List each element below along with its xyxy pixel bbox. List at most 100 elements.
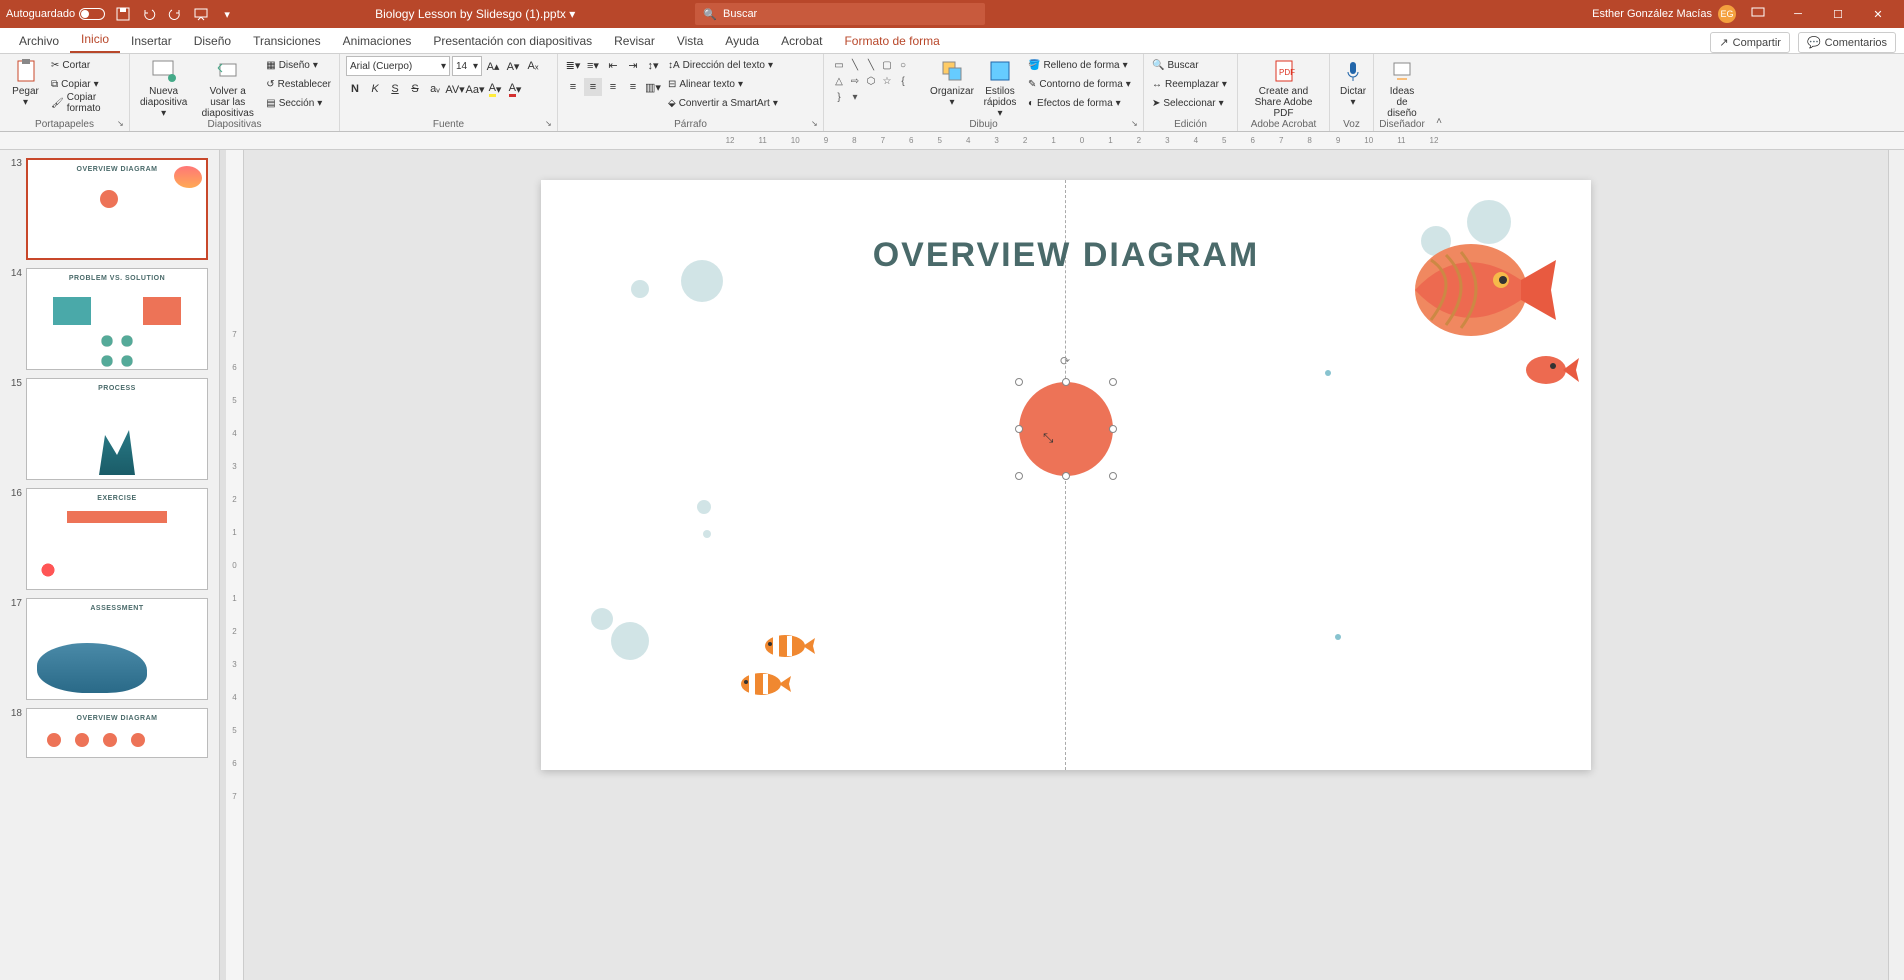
design-ideas-button[interactable]: Ideas de diseño xyxy=(1380,56,1424,121)
underline-button[interactable]: S xyxy=(386,80,404,98)
resize-handle[interactable] xyxy=(1109,425,1117,433)
shape-arrow-icon[interactable]: ⇨ xyxy=(848,74,862,88)
resize-handle[interactable] xyxy=(1062,378,1070,386)
replace-button[interactable]: ↔Reemplazar▾ xyxy=(1150,75,1229,93)
resize-handle[interactable] xyxy=(1109,378,1117,386)
maximize-button[interactable]: ☐ xyxy=(1818,0,1858,28)
spacing-button[interactable]: AV▾ xyxy=(446,80,464,98)
qat-dropdown-icon[interactable]: ▾ xyxy=(219,6,235,22)
slideshow-icon[interactable] xyxy=(193,6,209,22)
dictate-button[interactable]: Dictar▾ xyxy=(1336,56,1370,110)
dialog-launcher-icon[interactable]: ↘ xyxy=(117,119,127,129)
ribbon-display-icon[interactable] xyxy=(1750,6,1766,22)
decrease-font-icon[interactable]: A▾ xyxy=(504,57,522,75)
smartart-button[interactable]: ⬙Convertir a SmartArt▾ xyxy=(666,94,780,112)
comments-button[interactable]: 💬Comentarios xyxy=(1798,32,1896,53)
quick-styles-button[interactable]: Estilos rápidos▾ xyxy=(978,56,1022,121)
search-box[interactable]: 🔍 xyxy=(695,3,985,25)
slide-thumb-13[interactable]: 13 OVERVIEW DIAGRAM xyxy=(0,154,219,264)
shape-brace2-icon[interactable]: } xyxy=(832,90,846,104)
slide-panel[interactable]: 13 OVERVIEW DIAGRAM 14 PROBLEM VS. SOLUT… xyxy=(0,150,220,980)
align-text-button[interactable]: ⊟Alinear texto▾ xyxy=(666,75,780,93)
justify-button[interactable]: ≡ xyxy=(624,78,642,96)
slide-editor[interactable]: OVERVIEW DIAGRAM xyxy=(244,150,1888,980)
dialog-launcher-icon[interactable]: ↘ xyxy=(811,119,821,129)
font-size-combo[interactable]: 14▾ xyxy=(452,56,482,76)
selected-shape-oval[interactable]: ⟳ ⤡ xyxy=(1019,382,1113,476)
slide-thumb-17[interactable]: 17 ASSESSMENT xyxy=(0,594,219,704)
case-button[interactable]: Aa▾ xyxy=(466,80,484,98)
italic-button[interactable]: K xyxy=(366,80,384,98)
tab-transiciones[interactable]: Transiciones xyxy=(242,29,332,53)
slide-thumb-14[interactable]: 14 PROBLEM VS. SOLUTION xyxy=(0,264,219,374)
numbering-button[interactable]: ≡▾ xyxy=(584,56,602,74)
slide-thumb-15[interactable]: 15 PROCESS xyxy=(0,374,219,484)
align-left-button[interactable]: ≡ xyxy=(564,78,582,96)
tab-revisar[interactable]: Revisar xyxy=(603,29,666,53)
shape-oval-icon[interactable]: ○ xyxy=(896,58,910,72)
resize-handle[interactable] xyxy=(1015,378,1023,386)
dialog-launcher-icon[interactable]: ↘ xyxy=(545,119,555,129)
undo-icon[interactable] xyxy=(141,6,157,22)
shape-line-icon[interactable]: ╲ xyxy=(848,58,862,72)
layout-button[interactable]: ▦Diseño▾ xyxy=(264,56,333,74)
title-dropdown-icon[interactable]: ▾ xyxy=(569,7,575,21)
tab-presentacion[interactable]: Presentación con diapositivas xyxy=(422,29,603,53)
align-center-button[interactable]: ≡ xyxy=(584,78,602,96)
tab-vista[interactable]: Vista xyxy=(666,29,714,53)
resize-handle[interactable] xyxy=(1015,425,1023,433)
toggle-switch-icon[interactable] xyxy=(79,8,105,20)
shape-brace-icon[interactable]: { xyxy=(896,74,910,88)
increase-indent-button[interactable]: ⇥ xyxy=(624,56,642,74)
bold-button[interactable]: N xyxy=(346,80,364,98)
shape-rect-icon[interactable]: ▢ xyxy=(880,58,894,72)
highlight-button[interactable]: A▾ xyxy=(486,80,504,98)
shapes-gallery[interactable]: ▭ ╲ ╲ ▢ ○ △ ⇨ ⬡ ☆ { } ▾ xyxy=(830,56,926,106)
tab-formato-forma[interactable]: Formato de forma xyxy=(833,29,950,53)
reset-button[interactable]: ↺Restablecer xyxy=(264,75,333,93)
create-pdf-button[interactable]: PDF Create and Share Adobe PDF xyxy=(1244,56,1323,121)
minimize-button[interactable]: ─ xyxy=(1778,0,1818,28)
tab-inicio[interactable]: Inicio xyxy=(70,27,120,53)
format-painter-button[interactable]: 🖌Copiar formato xyxy=(49,94,123,112)
columns-button[interactable]: ▥▾ xyxy=(644,78,662,96)
shape-hex-icon[interactable]: ⬡ xyxy=(864,74,878,88)
paste-button[interactable]: Pegar ▾ xyxy=(6,56,45,110)
share-button[interactable]: ↗Compartir xyxy=(1710,32,1790,53)
tab-acrobat[interactable]: Acrobat xyxy=(770,29,833,53)
collapse-ribbon-icon[interactable]: ˄ xyxy=(1436,116,1442,127)
shape-effects-button[interactable]: ◐Efectos de forma▾ xyxy=(1026,94,1133,112)
reuse-slides-button[interactable]: Volver a usar las diapositivas xyxy=(195,56,260,121)
line-spacing-button[interactable]: ↕▾ xyxy=(644,56,662,74)
user-account[interactable]: Esther González Macías EG xyxy=(1592,5,1736,23)
tab-archivo[interactable]: Archivo xyxy=(8,29,70,53)
tab-animaciones[interactable]: Animaciones xyxy=(332,29,423,53)
close-button[interactable]: ✕ xyxy=(1858,0,1898,28)
new-slide-button[interactable]: Nueva diapositiva▾ xyxy=(136,56,191,121)
align-right-button[interactable]: ≡ xyxy=(604,78,622,96)
slide-thumb-18[interactable]: 18 OVERVIEW DIAGRAM xyxy=(0,704,219,762)
select-button[interactable]: ➤Seleccionar▾ xyxy=(1150,94,1226,112)
shape-fill-button[interactable]: 🪣Relleno de forma▾ xyxy=(1026,56,1133,74)
shape-line2-icon[interactable]: ╲ xyxy=(864,58,878,72)
rotation-handle-icon[interactable]: ⟳ xyxy=(1060,354,1072,366)
find-button[interactable]: 🔍Buscar xyxy=(1150,56,1201,74)
shape-textbox-icon[interactable]: ▭ xyxy=(832,58,846,72)
font-name-combo[interactable]: Arial (Cuerpo)▾ xyxy=(346,56,450,76)
vertical-scrollbar[interactable] xyxy=(1888,150,1904,980)
resize-handle[interactable] xyxy=(1015,472,1023,480)
slide-thumb-16[interactable]: 16 EXERCISE xyxy=(0,484,219,594)
save-icon[interactable] xyxy=(115,6,131,22)
shape-triangle-icon[interactable]: △ xyxy=(832,74,846,88)
search-input[interactable] xyxy=(723,8,977,20)
decrease-indent-button[interactable]: ⇤ xyxy=(604,56,622,74)
resize-handle[interactable] xyxy=(1109,472,1117,480)
clear-format-icon[interactable]: Aₓ xyxy=(524,57,542,75)
text-direction-button[interactable]: ↕ADirección del texto▾ xyxy=(666,56,780,74)
shadow-button[interactable]: aᵥ xyxy=(426,80,444,98)
font-color-button[interactable]: A▾ xyxy=(506,80,524,98)
arrange-button[interactable]: Organizar▾ xyxy=(930,56,974,110)
section-button[interactable]: ▤Sección▾ xyxy=(264,94,333,112)
shape-more-icon[interactable]: ▾ xyxy=(848,90,862,104)
tab-insertar[interactable]: Insertar xyxy=(120,29,183,53)
